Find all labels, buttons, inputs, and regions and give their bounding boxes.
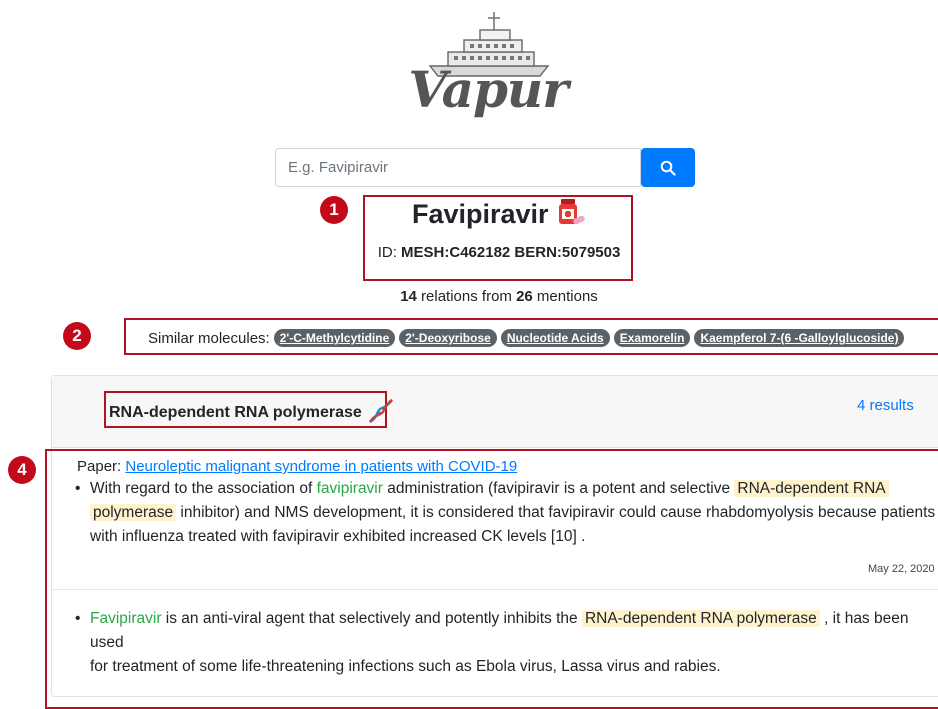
annotation-marker-1: 1 [320, 196, 348, 224]
target-title: RNA-dependent RNA polymerase [109, 396, 396, 426]
search-icon [660, 160, 676, 176]
drug-id-value: MESH:C462182 BERN:5079503 [401, 244, 621, 261]
divider [52, 589, 938, 590]
evidence-sentence: • Favipiravir is an anti-viral agent tha… [75, 610, 909, 675]
logo-wordmark: Vapur [408, 60, 568, 119]
results-count[interactable]: 4 results [857, 397, 914, 414]
drug-name: Favipiravir [411, 199, 549, 229]
target-mention: polymerase [90, 504, 177, 521]
similar-chip[interactable]: Kaempferol 7-(6 -Galloylglucoside) [694, 329, 905, 347]
drug-mention: favipiravir [316, 480, 383, 497]
vapur-logo: Vapur [408, 8, 569, 136]
publication-date: May 22, 2020 [868, 563, 935, 575]
medicine-icon [559, 199, 585, 225]
similar-chip[interactable]: 2'-Deoxyribose [399, 329, 497, 347]
similar-label: Similar molecules: [148, 329, 270, 347]
annotation-marker-4: 4 [8, 456, 36, 484]
target-name: RNA-dependent RNA polymerase [109, 404, 362, 421]
drug-mention: Favipiravir [90, 610, 162, 627]
evidence-sentence: • With regard to the association of favi… [75, 480, 936, 545]
similar-chip[interactable]: 2'-C-Methylcytidine [273, 329, 396, 347]
similar-chip[interactable]: Nucleotide Acids [500, 329, 610, 347]
search-button[interactable] [641, 148, 695, 187]
similar-chip[interactable]: Examorelin [613, 329, 691, 347]
search-bar [275, 148, 696, 187]
search-input[interactable] [275, 148, 641, 187]
drug-id: ID: MESH:C462182 BERN:5079503 [377, 244, 621, 261]
target-mention: RNA-dependent RNA [734, 480, 889, 497]
paper-reference: Paper: Neuroleptic malignant syndrome in… [77, 458, 518, 475]
target-mention: RNA-dependent RNA polymerase [581, 610, 820, 627]
annotation-marker-2: 2 [63, 322, 91, 350]
similar-molecules: Similar molecules: 2'-C-Methylcytidine 2… [148, 329, 905, 347]
dna-icon [369, 398, 394, 424]
relations-summary: 14 relations from 26 mentions [400, 288, 598, 305]
drug-title: Favipiravir [366, 197, 632, 230]
paper-link[interactable]: Neuroleptic malignant syndrome in patien… [125, 458, 517, 475]
